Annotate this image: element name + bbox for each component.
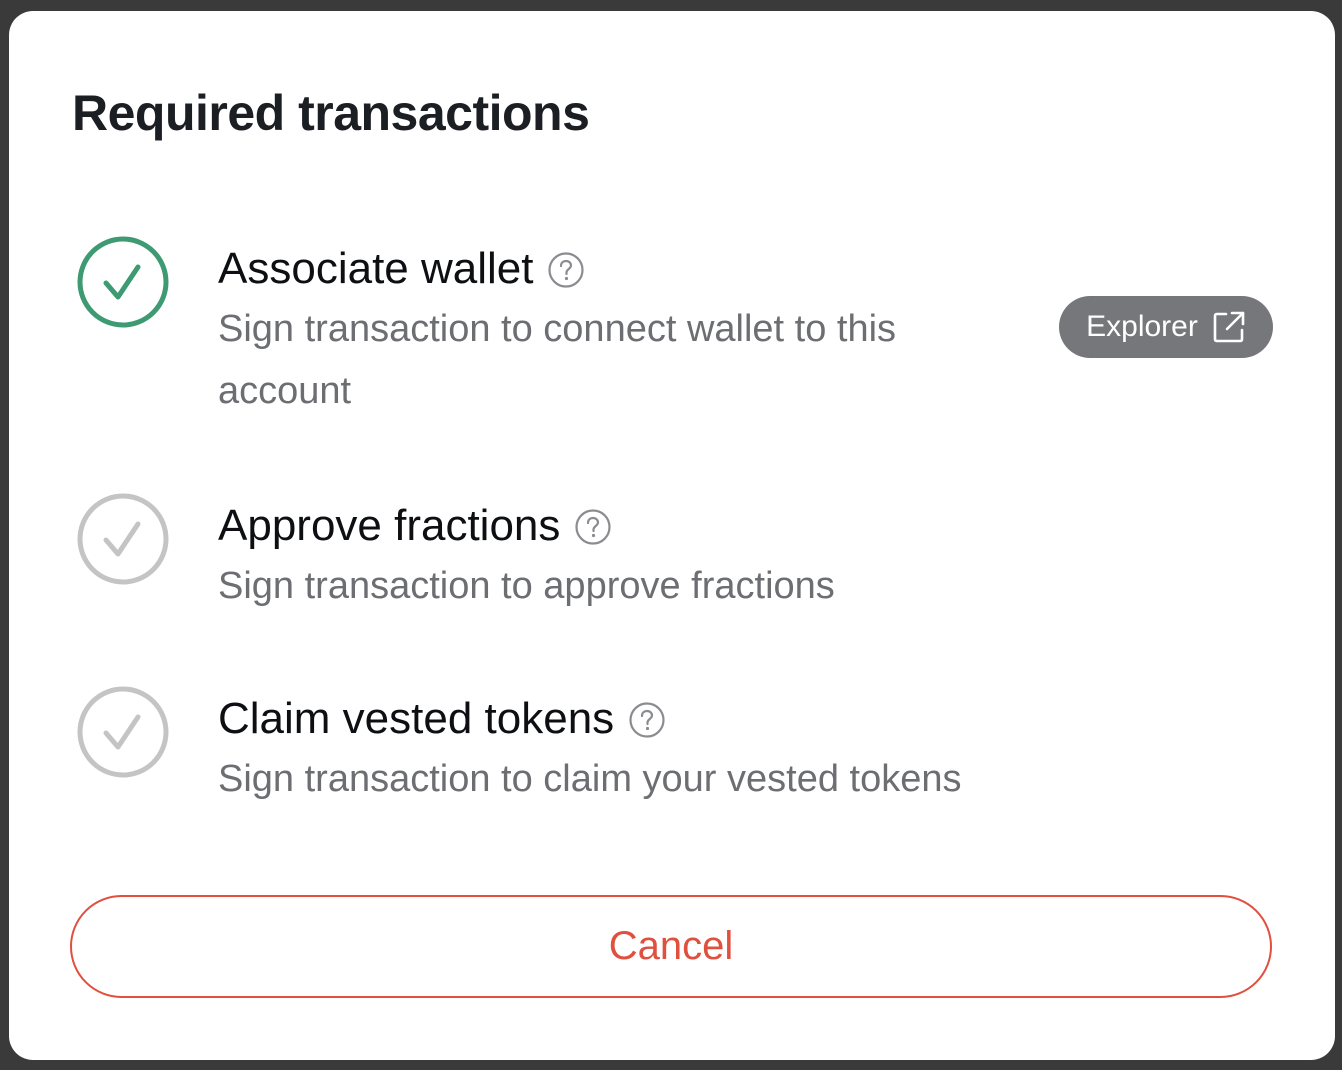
step-body: Approve fractions Sign transaction to ap… xyxy=(218,498,835,617)
required-transactions-modal: Required transactions Associate wallet S… xyxy=(9,11,1335,1060)
modal-title: Required transactions xyxy=(72,85,590,141)
step-title-row: Approve fractions xyxy=(218,498,835,554)
step-title-row: Associate wallet xyxy=(218,241,978,297)
step-title: Claim vested tokens xyxy=(218,694,615,743)
question-circle-icon[interactable] xyxy=(628,701,666,739)
question-circle-icon[interactable] xyxy=(574,508,612,546)
check-circle-icon xyxy=(77,236,169,328)
step-title: Associate wallet xyxy=(218,244,534,293)
step-description: Sign transaction to approve fractions xyxy=(218,565,835,607)
step-title: Approve fractions xyxy=(218,501,561,550)
check-circle-icon xyxy=(77,493,169,585)
cancel-button[interactable]: Cancel xyxy=(70,895,1272,998)
step-description: Sign transaction to claim your vested to… xyxy=(218,758,962,800)
explorer-button-label: Explorer xyxy=(1086,310,1198,343)
question-circle-icon[interactable] xyxy=(547,251,585,289)
explorer-button[interactable]: Explorer xyxy=(1059,296,1273,358)
external-link-icon xyxy=(1213,311,1245,343)
check-circle-icon xyxy=(77,686,169,778)
step-title-row: Claim vested tokens xyxy=(218,691,962,747)
step-body: Associate wallet Sign transaction to con… xyxy=(218,241,978,422)
step-body: Claim vested tokens Sign transaction to … xyxy=(218,691,962,810)
step-description: Sign transaction to connect wallet to th… xyxy=(218,308,897,412)
